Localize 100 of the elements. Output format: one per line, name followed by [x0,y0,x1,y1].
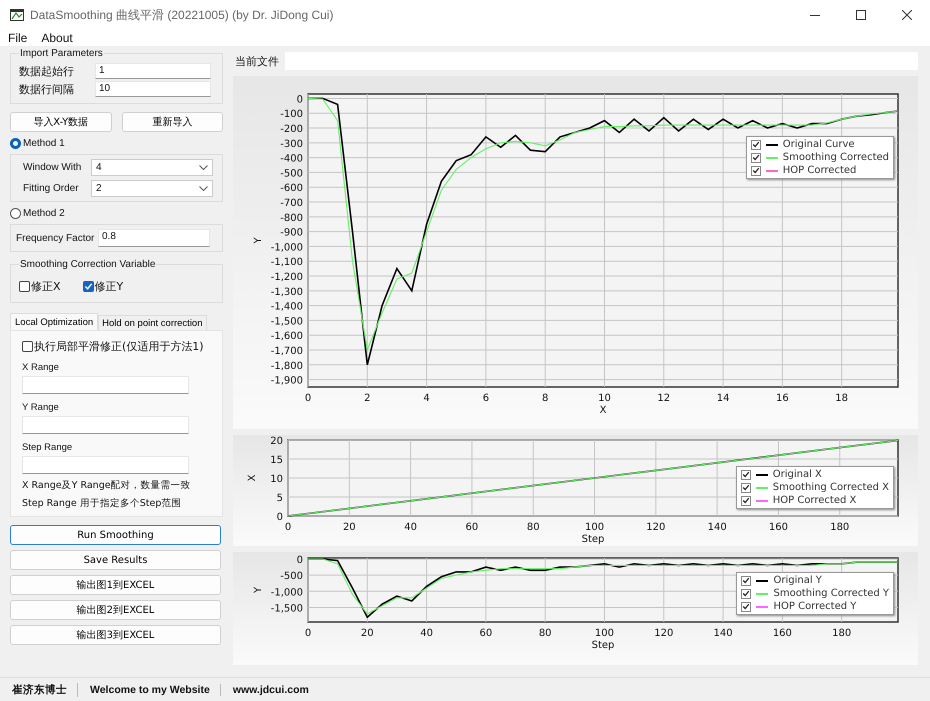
checkbox[interactable] [22,341,33,352]
y-tick-label: -1,300 [270,286,303,298]
y-tick-label: -400 [280,154,303,165]
chart-icon [10,9,24,21]
x-tick-label: 40 [404,522,417,533]
field-label: X Range [22,362,60,373]
radio-label: Method 1 [23,138,65,149]
y-tick-label: -1,600 [270,331,303,342]
caret-icon [199,164,208,170]
action-button[interactable]: Run Smoothing [10,525,221,545]
checkbox[interactable] [19,281,30,292]
note-text: X Range及Y Range配对，数量需一致 [22,479,192,492]
legend-label: Original X [772,469,822,480]
x-tick-label: 14 [716,393,730,404]
checkbox[interactable] [741,588,752,598]
checkbox[interactable] [740,482,751,492]
dropdown[interactable]: 4 [91,159,213,176]
y-tick-label: -100 [280,109,303,120]
x-tick-label: 80 [526,522,540,533]
checkbox[interactable] [750,152,761,162]
legend-label: Smoothing Corrected Y [773,588,889,599]
x-tick-label: 18 [835,393,848,404]
legend-label: Smoothing Corrected [782,152,889,163]
caret-icon [199,186,208,192]
x-tick-label: 160 [768,522,788,533]
radio-button[interactable] [10,208,21,219]
import-button[interactable]: 重新导入 [122,112,223,132]
y-tick-label: -800 [280,212,303,224]
maximize-icon [856,10,866,20]
y-tick-label: -1,200 [270,272,303,284]
y-tick-label: 15 [270,455,283,466]
y-tick-label: -900 [280,228,303,239]
group-title: Import Parameters [19,48,104,59]
field-label: Fitting Order [22,183,80,194]
action-button[interactable]: 输出图2到EXCEL [10,600,221,620]
y-tick-label: -1,900 [270,376,303,387]
y-tick-label: -1,000 [270,242,303,254]
legend-label: HOP Corrected [782,165,856,176]
field-label: Y Range [22,402,60,413]
radio-label: Method 2 [23,208,65,219]
window-title: DataSmoothing 曲线平滑 (20221005) (by Dr. JiDong Cui) [30,6,334,24]
checkbox[interactable] [750,166,761,176]
y-tick-label: -500 [280,168,303,180]
x-tick-label: 4 [423,393,430,404]
legend-label: HOP Corrected X [772,495,856,506]
x-tick-label: 16 [776,393,789,404]
input-field[interactable]: 1 [95,63,211,79]
y-axis-title: Y [253,586,264,594]
tab[interactable]: Hold on point correction [98,315,206,330]
menu-item[interactable]: File [8,31,28,45]
close-icon [902,10,912,20]
action-button[interactable]: Save Results [10,550,221,570]
y-tick-label: -1,500 [270,603,303,614]
menu-item[interactable]: About [41,31,73,45]
tab[interactable]: Local Optimization [10,313,98,330]
checkbox[interactable] [750,140,761,150]
legend-label: Smoothing Corrected X [772,482,889,493]
x-tick-label: 0 [284,522,292,533]
import-button[interactable]: 导入X-Y数据 [10,112,112,132]
checkbox[interactable] [741,576,752,586]
legend-label: Original Y [773,575,822,586]
y-axis-title: Y [253,237,264,244]
checkbox-label: 修正Y [94,279,124,294]
y-tick-label: 5 [276,493,283,504]
action-button[interactable]: 输出图3到EXCEL [10,625,221,645]
x-tick-label: 120 [654,628,674,639]
field-label: Frequency Factor [16,232,96,244]
y-tick-label: 20 [270,436,283,447]
status-text: 崔济东博士 [0,682,78,696]
dropdown[interactable]: 2 [91,180,213,197]
status-text: Welcome to my Website [78,684,221,696]
x-tick-label: 140 [708,522,727,533]
x-axis-title: Step [592,640,614,651]
y-tick-label: 0 [296,554,303,566]
checkbox[interactable] [740,496,751,506]
input-field[interactable] [22,456,189,474]
checkbox[interactable] [740,470,751,480]
checkbox-label: 修正X [31,279,61,294]
y-tick-label: -1,800 [270,360,303,372]
input-field[interactable] [22,416,189,434]
input-field[interactable]: 0.8 [98,229,210,247]
x-tick-label: 60 [466,522,478,533]
x-axis-title: X [600,405,606,416]
checkbox-label: 执行局部平滑修正(仅适用于方法1) [34,339,204,354]
checkbox[interactable] [82,281,94,292]
x-tick-label: 12 [657,393,670,404]
y-tick-label: -1,000 [270,587,303,598]
radio-button[interactable] [10,138,21,149]
x-tick-label: 100 [584,522,604,533]
y-tick-label: -500 [280,571,303,582]
input-field[interactable]: 10 [95,81,211,97]
input-field[interactable] [22,376,189,394]
y-tick-label: 0 [296,94,303,106]
y-tick-label: 0 [276,512,283,523]
checkbox[interactable] [741,602,752,612]
x-tick-label: 180 [830,522,850,533]
action-button[interactable]: 输出图1到EXCEL [10,575,221,595]
field-label: 当前文件 [235,54,279,68]
y-tick-label: -1,100 [270,257,303,268]
field-label: 数据行间隔 [19,82,75,96]
